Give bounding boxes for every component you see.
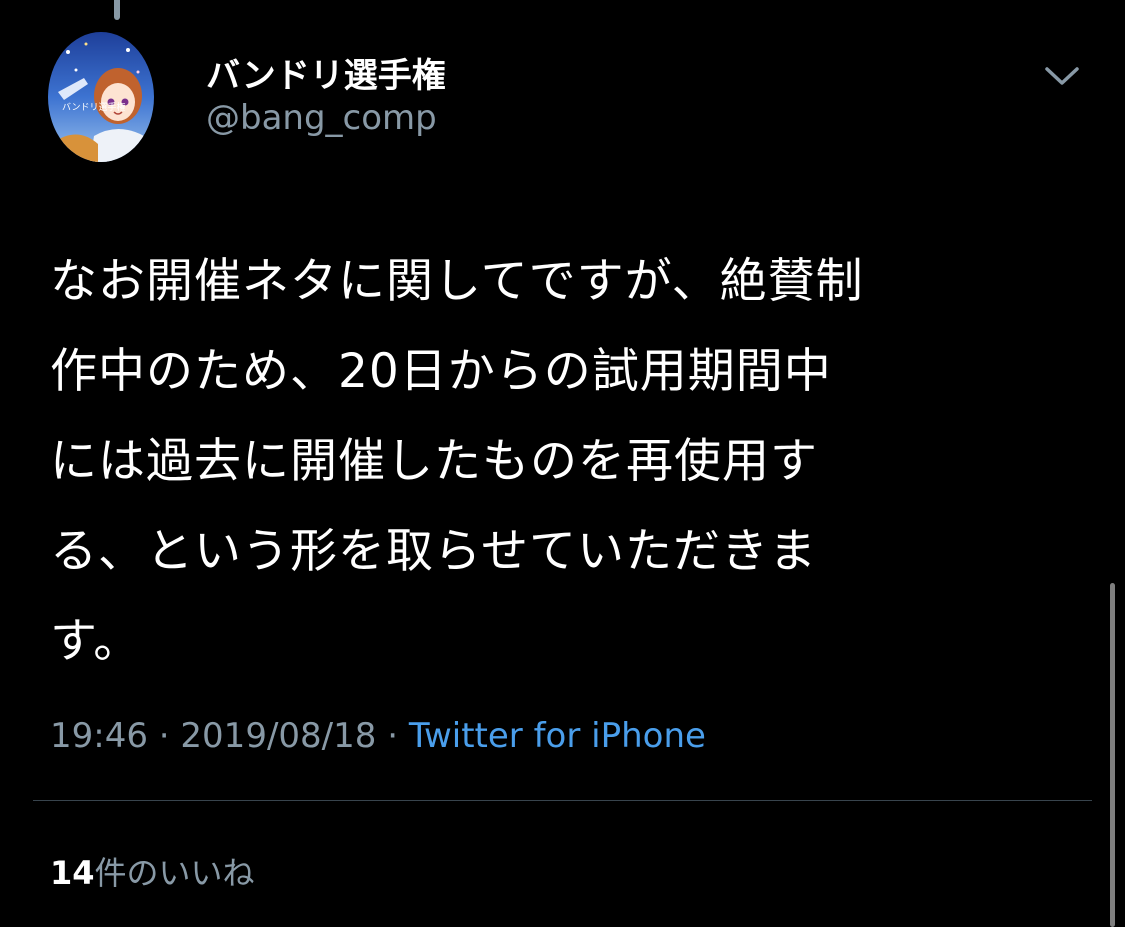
scrollbar[interactable]	[1110, 583, 1115, 927]
tweet-text-line: す。	[50, 614, 142, 669]
chevron-down-icon	[1045, 67, 1079, 85]
avatar-image-icon: バンドリ選手権	[48, 32, 154, 162]
tweet-text-line: には過去に開催したものを再使用す	[50, 434, 818, 489]
divider	[33, 800, 1092, 801]
tweet-date: 2019/08/18	[180, 716, 377, 756]
likes-count: 14	[50, 854, 95, 892]
tweet-text-line: る、という形を取らせていただきま	[50, 524, 818, 579]
tweet-metadata: 19:46 · 2019/08/18 · Twitter for iPhone	[50, 716, 706, 756]
thread-connector-line	[114, 0, 120, 20]
display-name[interactable]: バンドリ選手権	[206, 48, 446, 97]
tweet-source-link[interactable]: Twitter for iPhone	[409, 716, 706, 756]
likes-label: 件のいいね	[94, 854, 255, 892]
tweet-text-line: なお開催ネタに関してですが、絶賛制	[50, 254, 864, 309]
more-options-button[interactable]	[1038, 56, 1086, 96]
meta-separator: ·	[376, 716, 409, 756]
tweet-time: 19:46	[50, 716, 148, 756]
likes-summary[interactable]: 14件のいいね	[50, 848, 255, 894]
tweet-text-line: 作中のため、20日からの試用期間中	[50, 344, 832, 399]
svg-text:バンドリ選手権: バンドリ選手権	[62, 101, 125, 113]
user-handle[interactable]: @bang_comp	[206, 98, 437, 138]
avatar[interactable]: バンドリ選手権	[48, 32, 154, 162]
meta-separator: ·	[147, 716, 181, 756]
tweet-text: なお開催ネタに関してですが、絶賛制 作中のため、20日からの試用期間中 には過去…	[50, 237, 1080, 687]
